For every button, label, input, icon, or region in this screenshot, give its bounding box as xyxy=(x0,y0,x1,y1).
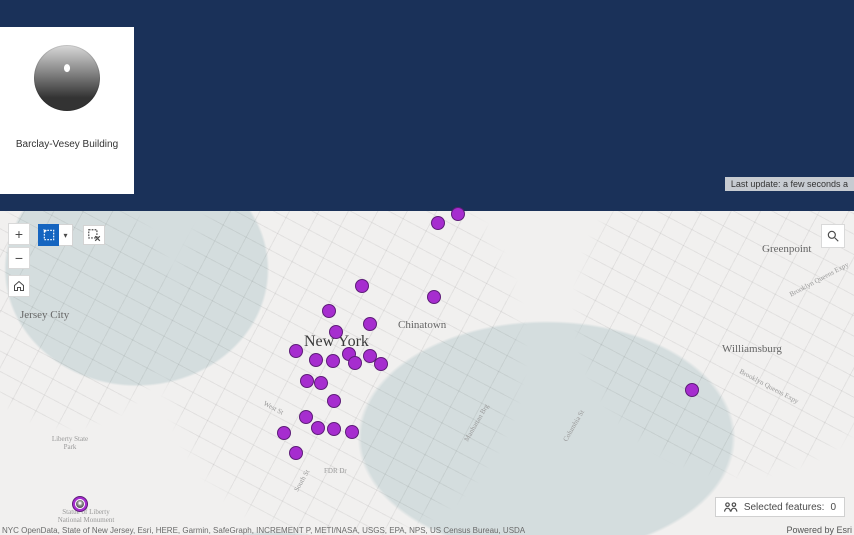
selected-features-label: Selected features: xyxy=(744,502,825,513)
map-marker[interactable] xyxy=(348,356,362,370)
home-button[interactable] xyxy=(8,275,30,297)
map-marker[interactable] xyxy=(277,426,291,440)
select-tool-dropdown[interactable]: ▾ xyxy=(59,224,73,246)
clear-selection-icon xyxy=(87,228,101,242)
zoom-out-button[interactable]: − xyxy=(8,247,30,269)
map-marker[interactable] xyxy=(326,354,340,368)
map-marker[interactable] xyxy=(355,279,369,293)
map-marker[interactable] xyxy=(289,344,303,358)
map-marker[interactable] xyxy=(289,446,303,460)
map-marker[interactable] xyxy=(363,317,377,331)
home-icon xyxy=(13,280,25,292)
map-marker[interactable] xyxy=(431,216,445,230)
zoom-in-button[interactable]: + xyxy=(8,223,30,245)
selection-count-icon xyxy=(724,501,738,513)
map-marker[interactable] xyxy=(322,304,336,318)
selected-marker[interactable] xyxy=(72,496,88,512)
powered-by[interactable]: Powered by Esri xyxy=(784,525,854,535)
map-marker[interactable] xyxy=(314,376,328,390)
label-greenpoint: Greenpoint xyxy=(762,243,811,255)
map-marker[interactable] xyxy=(374,357,388,371)
search-icon xyxy=(826,229,840,243)
map-marker[interactable] xyxy=(327,422,341,436)
map[interactable]: Jersey City Greenpoint Chinatown New Yor… xyxy=(0,211,854,535)
last-update-badge: Last update: a few seconds a xyxy=(725,177,854,191)
map-attribution: NYC OpenData, State of New Jersey, Esri,… xyxy=(0,526,527,535)
selection-rect-icon xyxy=(42,228,56,242)
street-grid xyxy=(0,211,854,535)
map-marker[interactable] xyxy=(427,290,441,304)
feature-avatar xyxy=(34,45,100,111)
map-marker[interactable] xyxy=(329,325,343,339)
map-marker[interactable] xyxy=(299,410,313,424)
map-marker[interactable] xyxy=(300,374,314,388)
map-marker[interactable] xyxy=(685,383,699,397)
label-liberty-mon: Statue of Liberty National Monument xyxy=(56,508,116,524)
clear-selection-button[interactable] xyxy=(83,225,105,245)
label-jersey-city: Jersey City xyxy=(20,309,69,321)
label-chinatown: Chinatown xyxy=(398,319,446,331)
label-fdr: FDR Dr xyxy=(324,467,347,475)
map-marker[interactable] xyxy=(345,425,359,439)
selected-features-count: 0 xyxy=(830,502,836,513)
header-bar: Barclay-Vesey Building Last update: a fe… xyxy=(0,0,854,211)
select-tool-button[interactable] xyxy=(38,224,60,246)
map-marker[interactable] xyxy=(311,421,325,435)
feature-card-title: Barclay-Vesey Building xyxy=(0,139,134,151)
search-button[interactable] xyxy=(821,224,845,248)
map-marker[interactable] xyxy=(309,353,323,367)
label-williamsburg: Williamsburg xyxy=(722,343,782,355)
map-marker[interactable] xyxy=(327,394,341,408)
selected-features-panel[interactable]: Selected features: 0 xyxy=(715,497,845,517)
feature-card[interactable]: Barclay-Vesey Building xyxy=(0,27,134,194)
map-marker[interactable] xyxy=(451,207,465,221)
label-liberty-state: Liberty State Park xyxy=(48,435,92,451)
